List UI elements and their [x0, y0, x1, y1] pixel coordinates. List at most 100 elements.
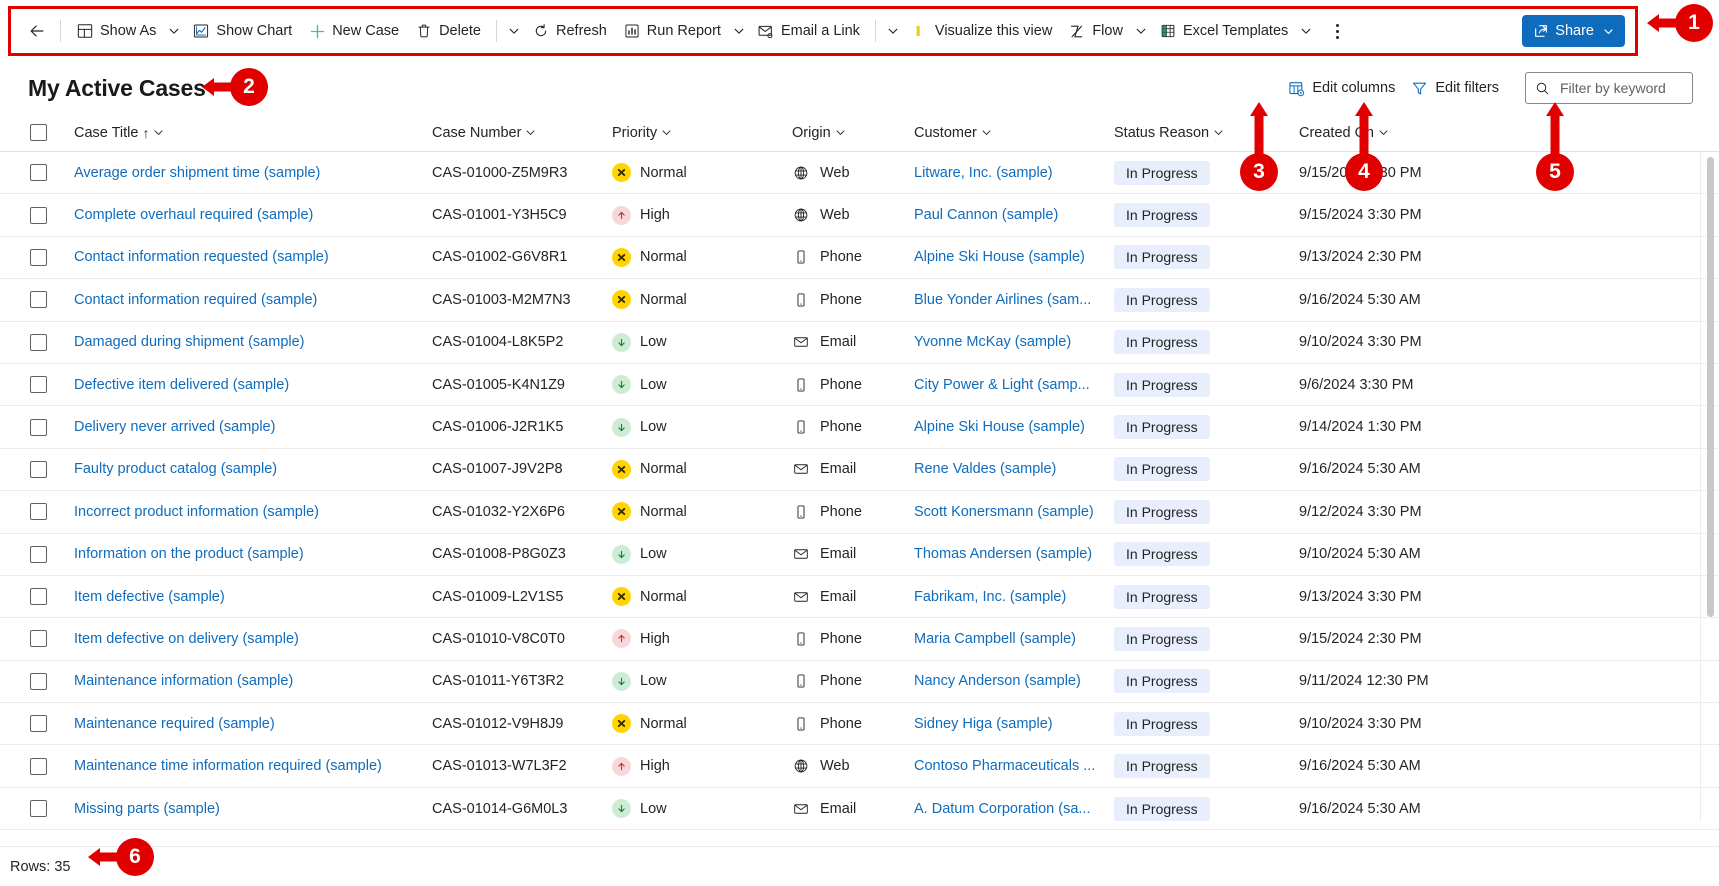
customer-link[interactable]: Fabrikam, Inc. (sample)	[914, 589, 1114, 605]
row-checkbox[interactable]	[30, 460, 47, 478]
customer-link[interactable]: Rene Valdes (sample)	[914, 461, 1114, 477]
case-title-link[interactable]: Average order shipment time (sample)	[74, 165, 432, 181]
column-header-case-title[interactable]: Case Title ↑	[74, 125, 432, 141]
row-checkbox[interactable]	[30, 164, 47, 182]
table-row[interactable]: Contact information required (sample) CAS…	[0, 279, 1719, 322]
row-checkbox[interactable]	[30, 545, 47, 563]
customer-link[interactable]: Nancy Anderson (sample)	[914, 673, 1114, 689]
row-checkbox[interactable]	[30, 248, 47, 266]
table-row[interactable]: Contact information requested (sample) CA…	[0, 237, 1719, 280]
vertical-scrollbar[interactable]	[1707, 157, 1714, 617]
column-header-customer[interactable]: Customer	[914, 125, 1114, 141]
search-input[interactable]	[1558, 79, 1684, 97]
customer-link[interactable]: Yvonne McKay (sample)	[914, 334, 1114, 350]
row-checkbox[interactable]	[30, 715, 47, 733]
customer-link[interactable]: Alpine Ski House (sample)	[914, 419, 1114, 435]
table-row[interactable]: Maintenance time information required (s…	[0, 745, 1719, 788]
chevron-down-icon[interactable]	[1378, 127, 1389, 138]
case-title-link[interactable]: Incorrect product information (sample)	[74, 504, 432, 520]
share-button[interactable]: Share	[1522, 15, 1625, 47]
flow-button[interactable]: Flow	[1060, 14, 1131, 48]
more-commands-button[interactable]	[1322, 16, 1352, 46]
case-title-link[interactable]: Item defective (sample)	[74, 589, 432, 605]
table-row[interactable]: Incorrect product information (sample) CA…	[0, 491, 1719, 534]
select-all-checkbox[interactable]	[30, 124, 47, 141]
row-checkbox[interactable]	[30, 630, 47, 648]
table-row[interactable]: Item defective on delivery (sample) CAS-0…	[0, 618, 1719, 661]
visualize-this-view-button[interactable]: Visualize this view	[903, 14, 1060, 48]
case-title-link[interactable]: Damaged during shipment (sample)	[74, 334, 432, 350]
table-row[interactable]: Faulty product catalog (sample) CAS-01007…	[0, 449, 1719, 492]
column-header-case-number[interactable]: Case Number	[432, 125, 612, 141]
customer-link[interactable]: Contoso Pharmaceuticals ...	[914, 758, 1114, 774]
table-row[interactable]: Information on the product (sample) CAS-0…	[0, 534, 1719, 576]
table-row[interactable]: Average order shipment time (sample) CAS-…	[0, 152, 1719, 195]
case-title-link[interactable]: Missing parts (sample)	[74, 801, 432, 817]
customer-link[interactable]: Paul Cannon (sample)	[914, 207, 1114, 223]
table-row[interactable]: Missing parts (sample) CAS-01014-G6M0L3 Lo…	[0, 788, 1719, 831]
customer-link[interactable]: Sidney Higa (sample)	[914, 716, 1114, 732]
show-as-caret-icon[interactable]	[164, 16, 184, 46]
run-report-caret-icon[interactable]	[729, 16, 749, 46]
case-title-link[interactable]: Maintenance information (sample)	[74, 673, 432, 689]
table-row[interactable]: Damaged during shipment (sample) CAS-0100…	[0, 322, 1719, 364]
chevron-down-icon[interactable]	[981, 127, 992, 138]
delete-caret-icon[interactable]	[504, 16, 524, 46]
customer-link[interactable]: Maria Campbell (sample)	[914, 631, 1114, 647]
row-checkbox[interactable]	[30, 376, 47, 394]
customer-link[interactable]: Alpine Ski House (sample)	[914, 249, 1114, 265]
row-checkbox[interactable]	[30, 333, 47, 351]
column-header-status-reason[interactable]: Status Reason	[1114, 125, 1299, 141]
case-title-link[interactable]: Item defective on delivery (sample)	[74, 631, 432, 647]
case-title-link[interactable]: Information on the product (sample)	[74, 546, 432, 562]
case-title-link[interactable]: Complete overhaul required (sample)	[74, 207, 432, 223]
row-checkbox[interactable]	[30, 206, 47, 224]
chevron-down-icon[interactable]	[835, 127, 846, 138]
edit-columns-button[interactable]: Edit columns	[1280, 72, 1403, 104]
case-title-link[interactable]: Contact information required (sample)	[74, 292, 432, 308]
table-row[interactable]: Complete overhaul required (sample) CAS-0…	[0, 194, 1719, 237]
case-title-link[interactable]: Delivery never arrived (sample)	[74, 419, 432, 435]
refresh-button[interactable]: Refresh	[524, 14, 615, 48]
show-chart-button[interactable]: Show Chart	[184, 14, 300, 48]
run-report-button[interactable]: Run Report	[615, 14, 729, 48]
chevron-down-icon[interactable]	[661, 127, 672, 138]
table-row[interactable]: Delivery never arrived (sample) CAS-01006…	[0, 406, 1719, 449]
excel-templates-caret-icon[interactable]	[1296, 16, 1316, 46]
customer-link[interactable]: Blue Yonder Airlines (sam...	[914, 292, 1114, 308]
row-checkbox[interactable]	[30, 503, 47, 521]
chevron-down-icon[interactable]	[1213, 127, 1224, 138]
back-button[interactable]	[21, 15, 53, 47]
share-caret-icon[interactable]	[1600, 23, 1617, 40]
column-header-origin[interactable]: Origin	[792, 125, 914, 141]
table-row[interactable]: Maintenance information (sample) CAS-0101…	[0, 661, 1719, 704]
customer-link[interactable]: A. Datum Corporation (sa...	[914, 801, 1114, 817]
row-checkbox[interactable]	[30, 588, 47, 606]
customer-link[interactable]: Scott Konersmann (sample)	[914, 504, 1114, 520]
table-row[interactable]: Maintenance required (sample) CAS-01012-V…	[0, 703, 1719, 746]
case-title-link[interactable]: Maintenance time information required (s…	[74, 758, 432, 774]
delete-button[interactable]: Delete	[407, 14, 489, 48]
flow-caret-icon[interactable]	[1131, 16, 1151, 46]
column-header-priority[interactable]: Priority	[612, 125, 792, 141]
case-title-link[interactable]: Contact information requested (sample)	[74, 249, 432, 265]
edit-filters-button[interactable]: Edit filters	[1403, 72, 1507, 104]
new-case-button[interactable]: New Case	[300, 14, 407, 48]
column-header-created-on[interactable]: Created On	[1299, 125, 1529, 141]
email-a-link-caret-icon[interactable]	[883, 16, 903, 46]
row-checkbox[interactable]	[30, 418, 47, 436]
chevron-down-icon[interactable]	[153, 127, 164, 138]
row-checkbox[interactable]	[30, 672, 47, 690]
customer-link[interactable]: Litware, Inc. (sample)	[914, 165, 1114, 181]
row-checkbox[interactable]	[30, 757, 47, 775]
email-a-link-button[interactable]: Email a Link	[749, 14, 868, 48]
show-as-button[interactable]: Show As	[68, 14, 164, 48]
table-row[interactable]: Defective item delivered (sample) CAS-010…	[0, 364, 1719, 407]
row-checkbox[interactable]	[30, 291, 47, 309]
table-row[interactable]: Item defective (sample) CAS-01009-L2V1S5 N…	[0, 576, 1719, 619]
excel-templates-button[interactable]: Excel Templates	[1151, 14, 1296, 48]
customer-link[interactable]: Thomas Andersen (sample)	[914, 546, 1114, 562]
chevron-down-icon[interactable]	[525, 127, 536, 138]
case-title-link[interactable]: Faulty product catalog (sample)	[74, 461, 432, 477]
case-title-link[interactable]: Defective item delivered (sample)	[74, 377, 432, 393]
